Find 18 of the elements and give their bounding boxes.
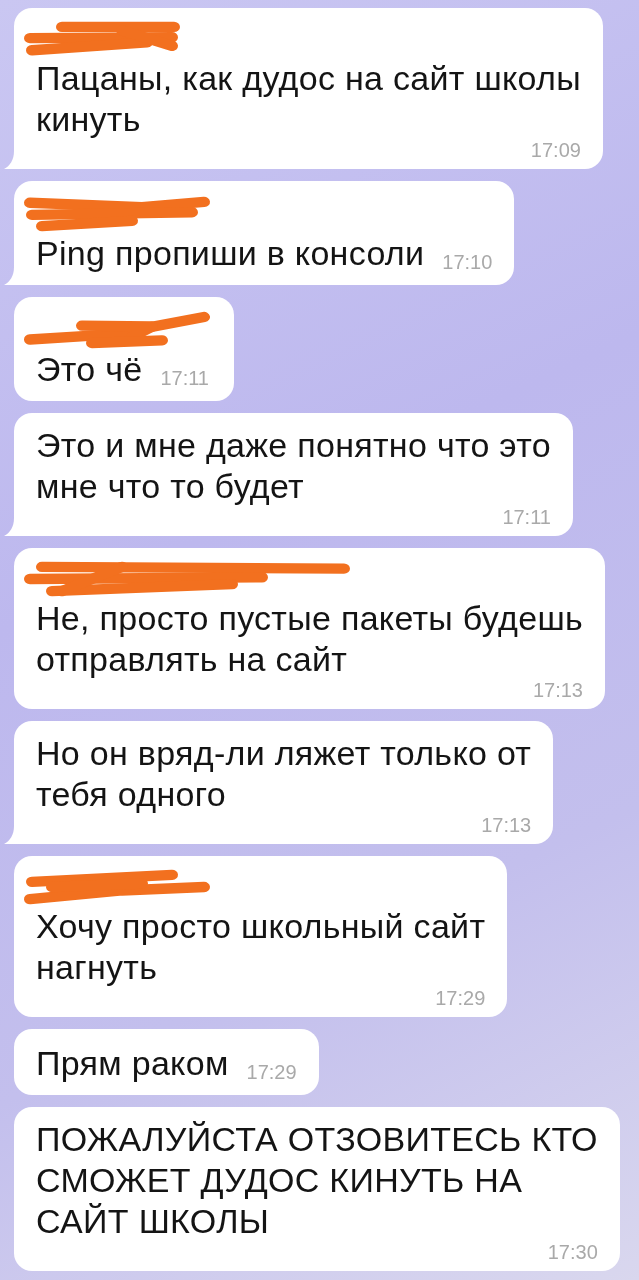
message-text: Ping пропиши в консоли: [36, 233, 425, 274]
message-time: 17:09: [530, 140, 581, 160]
message-time: 17:13: [481, 815, 532, 835]
message-time: 17:13: [532, 680, 583, 700]
message-time: 17:11: [502, 507, 551, 527]
message-text: Пацаны, как дудос на сайт школы кинуть: [36, 58, 581, 140]
message-text: Не, просто пустые пакеты будешь отправлять на сайт: [36, 598, 583, 680]
message-time: 17:29: [246, 1062, 297, 1082]
message-time: 17:30: [547, 1242, 598, 1262]
message-text: Но он вряд-ли ляжет только от тебя одного: [36, 733, 532, 815]
message-time: 17:29: [435, 988, 486, 1008]
message-text: Прям раком: [36, 1043, 229, 1084]
message-text: Это и мне даже понятно что это мне что то будет: [36, 425, 551, 507]
message-text: Хочу просто школьный сайт нагнуть: [36, 906, 486, 988]
message-time: 17:11: [160, 368, 209, 388]
message-text: Это чё: [36, 349, 143, 390]
message-time: 17:10: [442, 252, 493, 272]
message-text: ПОЖАЛУЙСТА ОТЗОВИТЕСЬ КТО СМОЖЕТ ДУДОС КИНУТЬ НА САЙТ ШКОЛЫ: [36, 1119, 598, 1242]
